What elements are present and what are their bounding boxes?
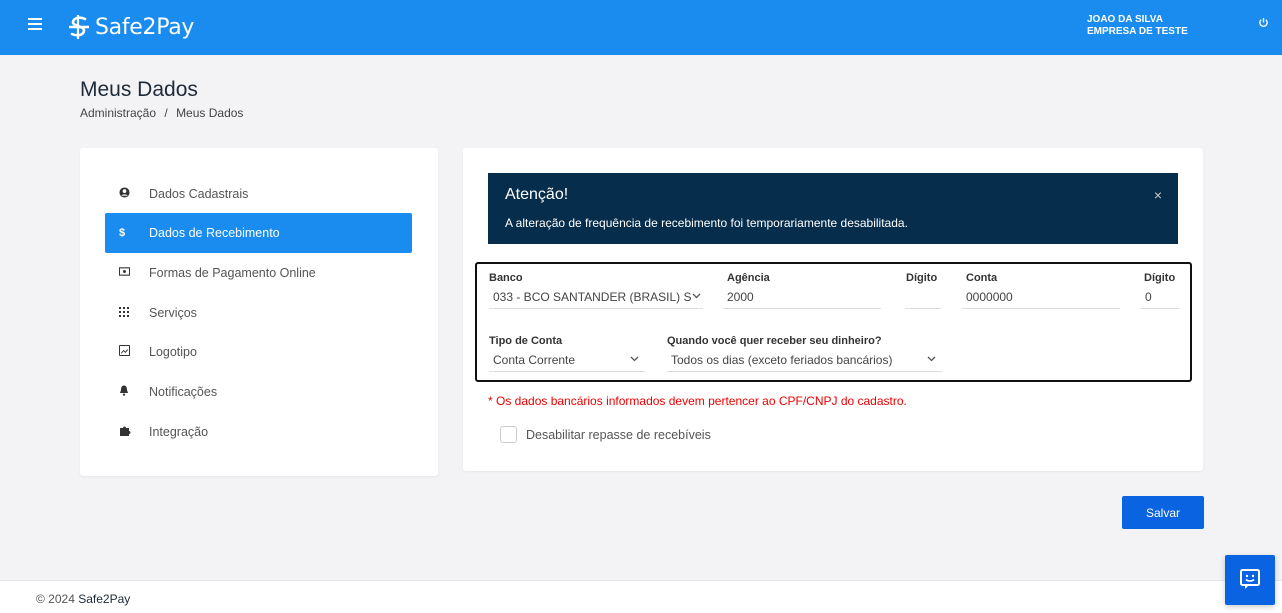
agencia-digito-input[interactable]: [905, 285, 941, 309]
menu-item-label: Dados Cadastrais: [149, 187, 249, 201]
menu-item-label: Notificações: [149, 385, 218, 399]
agencia-input[interactable]: 2000: [723, 285, 881, 309]
menu-item-label: Logotipo: [149, 345, 197, 359]
agencia-label: Agência: [727, 272, 770, 284]
menu-item-label: Serviços: [149, 306, 197, 320]
banco-select[interactable]: 033 - BCO SANTANDER (BRASIL) S: [489, 285, 703, 309]
frequencia-label: Quando você quer receber seu dinheiro?: [667, 335, 882, 347]
hamburger-menu-icon[interactable]: [28, 18, 42, 30]
menu-item-formas-pagamento[interactable]: Formas de Pagamento Online: [105, 253, 412, 293]
grid-icon: [105, 306, 149, 320]
breadcrumb-separator: /: [164, 106, 168, 120]
logo-text: Safe2Pay: [95, 14, 195, 40]
bank-data-warning: * Os dados bancários informados devem pe…: [488, 394, 907, 408]
menu-item-label: Formas de Pagamento Online: [149, 266, 316, 280]
footer-brand-link[interactable]: Safe2Pay: [78, 592, 130, 606]
money-bill-icon: [105, 267, 149, 279]
power-icon[interactable]: [1258, 17, 1270, 29]
menu-item-dados-cadastrais[interactable]: Dados Cadastrais: [105, 174, 412, 214]
safe2pay-logo-icon: [69, 15, 89, 39]
tipo-conta-label: Tipo de Conta: [489, 335, 563, 347]
user-name: JOAO DA SILVA: [1087, 14, 1163, 25]
user-info[interactable]: JOAO DA SILVA EMPRESA DE TESTE: [1087, 14, 1188, 38]
disable-transfer-option[interactable]: Desabilitar repasse de recebíveis: [500, 426, 711, 443]
conta-digito-input[interactable]: 0: [1141, 285, 1179, 309]
conta-digito-label: Dígito: [1144, 272, 1176, 284]
menu-item-logotipo[interactable]: Logotipo: [105, 332, 412, 372]
menu-item-label: Dados de Recebimento: [149, 226, 280, 240]
breadcrumb: Administração / Meus Dados: [80, 106, 243, 120]
logo[interactable]: Safe2Pay: [66, 12, 194, 42]
copyright-text: © 2024: [36, 592, 75, 606]
save-button[interactable]: Salvar: [1122, 496, 1204, 529]
puzzle-icon: [105, 425, 149, 440]
chevron-down-icon: [927, 354, 936, 365]
frequencia-value: Todos os dias (exceto feriados bancários…: [671, 352, 893, 367]
agencia-value: 2000: [727, 289, 754, 304]
menu-item-notificacoes[interactable]: Notificações: [105, 372, 412, 412]
conta-digito-value: 0: [1145, 289, 1152, 304]
menu-item-label: Integração: [149, 425, 209, 439]
conta-input[interactable]: 0000000: [962, 285, 1120, 309]
company-name: EMPRESA DE TESTE: [1087, 26, 1188, 37]
menu-item-integracao[interactable]: Integração: [105, 412, 412, 452]
image-icon: [105, 344, 149, 359]
bell-icon: [105, 385, 149, 399]
menu-item-servicos[interactable]: Serviços: [105, 293, 412, 333]
receiving-data-card: Atenção! A alteração de frequência de re…: [463, 148, 1203, 471]
banco-label: Banco: [489, 272, 523, 284]
top-navbar: Safe2Pay JOAO DA SILVA EMPRESA DE TESTE: [0, 0, 1282, 55]
disable-transfer-label: Desabilitar repasse de recebíveis: [526, 427, 711, 442]
alert-text: A alteração de frequência de recebimento…: [505, 216, 908, 230]
settings-menu: Dados Cadastrais $ Dados de Recebimento …: [80, 148, 438, 476]
chat-icon: [1239, 568, 1261, 593]
breadcrumb-current: Meus Dados: [176, 106, 244, 120]
chevron-down-icon: [630, 354, 639, 365]
chat-support-button[interactable]: [1225, 555, 1275, 605]
menu-item-dados-recebimento[interactable]: $ Dados de Recebimento: [105, 213, 412, 253]
close-icon[interactable]: ×: [1154, 187, 1162, 203]
agencia-digito-label: Dígito: [906, 272, 938, 284]
tipo-conta-value: Conta Corrente: [493, 352, 576, 367]
user-circle-icon: [105, 187, 149, 201]
chevron-down-icon: [692, 291, 701, 302]
attention-alert: Atenção! A alteração de frequência de re…: [488, 173, 1178, 244]
dollar-icon: $: [119, 227, 126, 239]
footer: © 2024 Safe2Pay: [0, 580, 1282, 613]
alert-title: Atenção!: [505, 186, 569, 203]
conta-label: Conta: [966, 272, 998, 284]
bank-details-section: Banco Agência Dígito Conta Dígito 033 - …: [475, 262, 1192, 382]
frequencia-select[interactable]: Todos os dias (exceto feriados bancários…: [667, 348, 942, 372]
banco-value: 033 - BCO SANTANDER (BRASIL) S: [493, 289, 692, 304]
disable-transfer-checkbox[interactable]: [500, 426, 517, 443]
footer-copyright: © 2024 Safe2Pay: [36, 592, 130, 606]
page-title: Meus Dados: [80, 78, 198, 101]
breadcrumb-root-link[interactable]: Administração: [80, 106, 156, 120]
tipo-conta-select[interactable]: Conta Corrente: [489, 348, 645, 372]
conta-value: 0000000: [966, 289, 1013, 304]
